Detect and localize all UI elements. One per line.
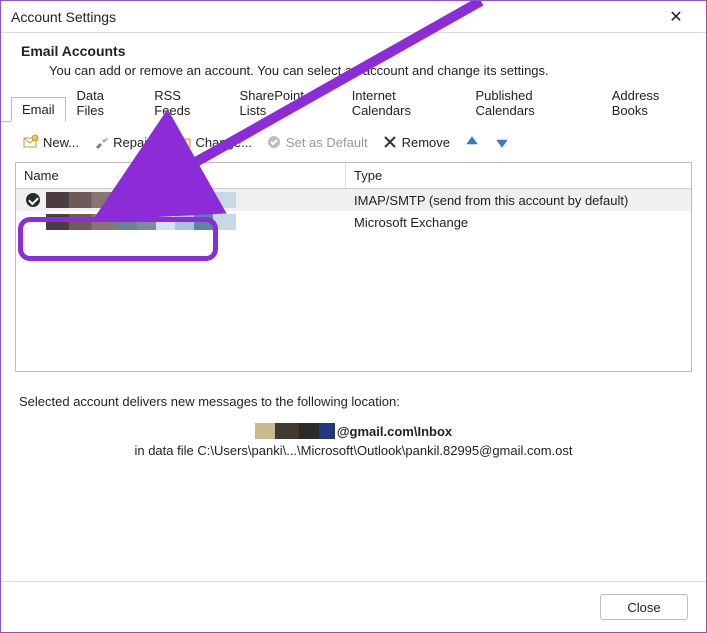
set-default-button-label: Set as Default [286, 135, 368, 150]
list-row[interactable]: Microsoft Exchange [16, 211, 691, 233]
tab-data-files[interactable]: Data Files [66, 83, 144, 122]
close-icon[interactable]: ✕ [656, 7, 696, 27]
redacted-name [46, 192, 236, 208]
delivery-info-heading: Selected account delivers new messages t… [19, 394, 688, 409]
tabstrip: Email Data Files RSS Feeds SharePoint Li… [1, 96, 706, 122]
change-folder-icon [176, 134, 192, 150]
redacted-name [46, 214, 236, 230]
titlebar: Account Settings ✕ [1, 1, 706, 33]
set-default-button[interactable]: Set as Default [262, 132, 372, 152]
accounts-list: Name Type IMAP/SMTP (send from this acco… [15, 162, 692, 372]
list-header: Name Type [16, 163, 691, 189]
change-button[interactable]: Change... [172, 132, 256, 152]
delivery-mailbox-suffix: @gmail.com\Inbox [337, 424, 452, 439]
column-type[interactable]: Type [346, 163, 691, 188]
arrow-down-icon [494, 134, 510, 150]
list-row[interactable]: IMAP/SMTP (send from this account by def… [16, 189, 691, 211]
remove-x-icon [382, 134, 398, 150]
move-up-button[interactable] [460, 132, 484, 152]
arrow-up-icon [464, 134, 480, 150]
tab-address-books[interactable]: Address Books [601, 83, 706, 122]
header-subtitle: You can add or remove an account. You ca… [21, 63, 686, 78]
new-button-label: New... [43, 135, 79, 150]
tab-rss-feeds[interactable]: RSS Feeds [143, 83, 228, 122]
remove-button-label: Remove [402, 135, 450, 150]
new-mail-icon [23, 134, 39, 150]
delivery-data-file: in data file C:\Users\panki\...\Microsof… [19, 443, 688, 458]
repair-tools-icon [93, 134, 109, 150]
account-settings-window: Account Settings ✕ Email Accounts You ca… [0, 0, 707, 633]
column-name[interactable]: Name [16, 163, 346, 188]
move-down-button[interactable] [490, 132, 514, 152]
new-button[interactable]: New... [19, 132, 83, 152]
row-type: Microsoft Exchange [346, 213, 691, 232]
tab-email[interactable]: Email [11, 97, 66, 122]
close-button[interactable]: Close [600, 594, 688, 620]
delivery-mailbox: @gmail.com\Inbox [19, 423, 688, 439]
change-button-label: Change... [196, 135, 252, 150]
tab-sharepoint-lists[interactable]: SharePoint Lists [229, 83, 341, 122]
redacted-mailbox-prefix [255, 423, 335, 439]
header-title: Email Accounts [21, 43, 686, 59]
close-button-label: Close [627, 600, 660, 615]
toolbar: New... Repair... Change... Set as Defaul… [1, 122, 706, 162]
default-account-icon [26, 193, 40, 207]
dialog-footer: Close [1, 581, 706, 632]
tab-published-calendars[interactable]: Published Calendars [465, 83, 601, 122]
repair-button[interactable]: Repair... [89, 132, 165, 152]
repair-button-label: Repair... [113, 135, 161, 150]
row-type: IMAP/SMTP (send from this account by def… [346, 191, 691, 210]
delivery-info: Selected account delivers new messages t… [1, 372, 706, 468]
check-circle-icon [266, 134, 282, 150]
tab-internet-calendars[interactable]: Internet Calendars [341, 83, 465, 122]
window-title: Account Settings [11, 9, 116, 25]
remove-button[interactable]: Remove [378, 132, 454, 152]
